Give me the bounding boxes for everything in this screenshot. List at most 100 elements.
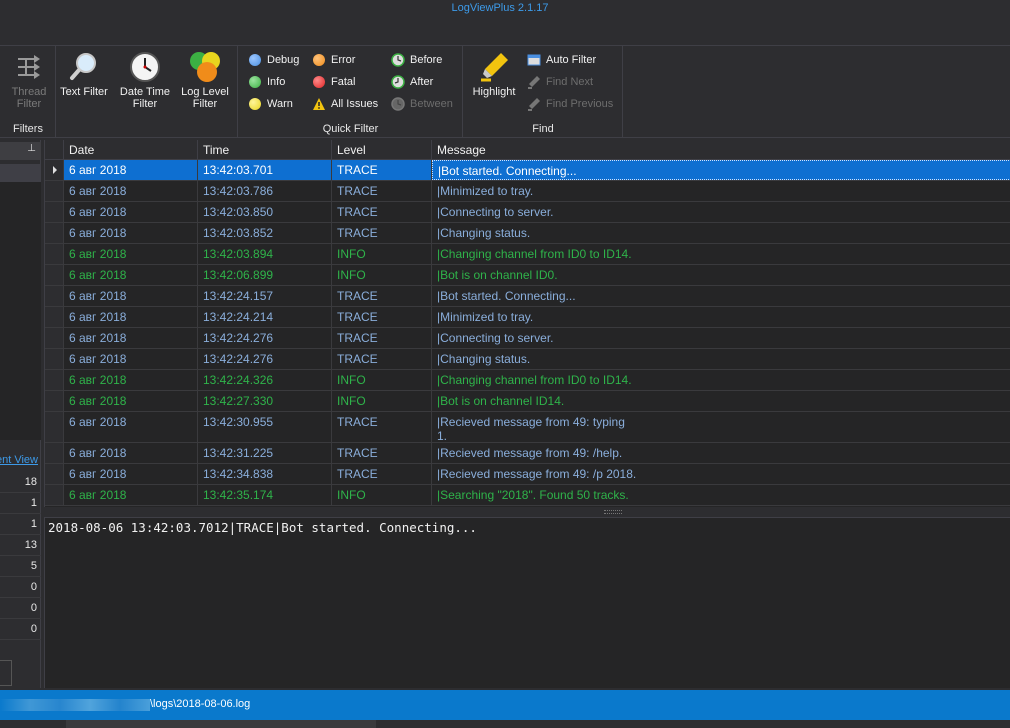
- cell-time: 13:42:24.276: [198, 349, 332, 369]
- highlighter-pen-icon: [477, 50, 511, 84]
- quick-filter-fatal[interactable]: Fatal: [311, 73, 355, 91]
- error-dot-icon: [313, 54, 325, 66]
- log-row[interactable]: 6 авг 2018 13:42:03.850 TRACE |Connecting t…: [45, 202, 1010, 223]
- log-row[interactable]: 6 авг 2018 13:42:24.276 TRACE |Changing sta…: [45, 349, 1010, 370]
- row-header[interactable]: [45, 412, 64, 442]
- cell-date: 6 авг 2018: [64, 464, 198, 484]
- log-row[interactable]: 6 авг 2018 13:42:06.899 INFO |Bot is on cha…: [45, 265, 1010, 286]
- current-row-indicator[interactable]: [45, 160, 64, 180]
- highlight-button[interactable]: Highlight: [468, 50, 520, 98]
- date-time-filter-button[interactable]: Date Time Filter: [117, 50, 173, 110]
- thread-filter-button[interactable]: Thread Filter: [4, 50, 54, 110]
- cell-date: 6 авг 2018: [64, 391, 198, 411]
- row-header[interactable]: [45, 265, 64, 285]
- all-issues-label: All Issues: [331, 98, 379, 110]
- log-row[interactable]: 6 авг 2018 13:42:24.326 INFO |Changing chan…: [45, 370, 1010, 391]
- row-header[interactable]: [45, 223, 64, 243]
- log-row[interactable]: 6 авг 2018 13:42:34.838 TRACE |Recieved mes…: [45, 464, 1010, 485]
- log-row[interactable]: 6 авг 2018 13:42:24.214 TRACE |Minimized to…: [45, 307, 1010, 328]
- row-header[interactable]: [45, 443, 64, 463]
- log-row[interactable]: 6 авг 2018 13:42:03.786 TRACE |Minimized to…: [45, 181, 1010, 202]
- info-label: Info: [267, 76, 286, 88]
- cell-date: 6 авг 2018: [64, 202, 198, 222]
- cell-message: |Searching "2018". Found 50 tracks.: [432, 485, 1010, 505]
- column-header-date[interactable]: Date: [64, 140, 198, 160]
- find-next-label: Find Next: [546, 76, 594, 88]
- bottom-scroll-thumb[interactable]: [66, 720, 376, 728]
- bottom-strip: [0, 720, 1010, 728]
- grid-header: Date Time Level Message: [45, 140, 1010, 160]
- level-count-list: 18 1 1 13 5 0 0 0: [0, 472, 41, 640]
- cell-time: 13:42:24.214: [198, 307, 332, 327]
- log-row[interactable]: 6 авг 2018 13:42:27.330 INFO |Bot is on cha…: [45, 391, 1010, 412]
- row-header[interactable]: [45, 370, 64, 390]
- row-header[interactable]: [45, 464, 64, 484]
- splitter-grip[interactable]: [604, 510, 622, 514]
- log-row[interactable]: 6 авг 2018 13:42:03.701 TRACE |Bot started.…: [45, 160, 1010, 181]
- row-header[interactable]: [45, 328, 64, 348]
- column-header-time[interactable]: Time: [198, 140, 332, 160]
- quick-filter-debug[interactable]: Debug: [247, 51, 299, 69]
- date-time-filter-label: Date Time Filter: [119, 86, 171, 110]
- cell-level: TRACE: [332, 412, 432, 442]
- find-previous-button[interactable]: Find Previous: [526, 95, 613, 113]
- auto-filter-label: Auto Filter: [546, 54, 597, 66]
- log-row[interactable]: 6 авг 2018 13:42:30.955 TRACE |Recieved mes…: [45, 412, 1010, 443]
- ribbon: Thread Filter Text Filter Date Time Filt…: [0, 46, 1010, 138]
- pin-icon[interactable]: ⊥: [27, 143, 36, 154]
- thread-filter-label: Thread Filter: [11, 86, 47, 110]
- quick-filter-before[interactable]: Before: [390, 51, 442, 69]
- quick-filter-after[interactable]: After: [390, 73, 433, 91]
- info-dot-icon: [249, 76, 261, 88]
- row-header[interactable]: [45, 181, 64, 201]
- quick-filter-between[interactable]: Between: [390, 95, 453, 113]
- log-row[interactable]: 6 авг 2018 13:42:03.852 TRACE |Changing sta…: [45, 223, 1010, 244]
- row-header[interactable]: [45, 202, 64, 222]
- log-row[interactable]: 6 авг 2018 13:42:24.276 TRACE |Connecting t…: [45, 328, 1010, 349]
- quick-filter-warn[interactable]: Warn: [247, 95, 293, 113]
- cell-message: |Bot is on channel ID14.: [432, 391, 1010, 411]
- cell-level: TRACE: [332, 286, 432, 306]
- text-filter-button[interactable]: Text Filter: [58, 50, 110, 98]
- left-panel-scroll-stub[interactable]: [0, 660, 12, 686]
- before-label: Before: [410, 54, 443, 66]
- log-row[interactable]: 6 авг 2018 13:42:03.894 INFO |Changing chan…: [45, 244, 1010, 265]
- between-label: Between: [410, 98, 453, 110]
- cell-level: INFO: [332, 485, 432, 505]
- left-panel-header: ⊥: [0, 142, 41, 160]
- warn-label: Warn: [267, 98, 293, 110]
- quick-filter-error[interactable]: Error: [311, 51, 355, 69]
- cell-date: 6 авг 2018: [64, 181, 198, 201]
- cell-message: |Changing status.: [432, 223, 1010, 243]
- redacted-path-prefix: [0, 699, 150, 711]
- find-next-button[interactable]: Find Next: [526, 73, 593, 91]
- level-count: 0: [0, 577, 41, 598]
- column-header-message[interactable]: Message: [432, 140, 1010, 160]
- left-panel-tree[interactable]: [0, 182, 41, 440]
- detail-pane[interactable]: 2018-08-06 13:42:03.7012|TRACE|Bot start…: [44, 517, 1010, 688]
- detail-text[interactable]: 2018-08-06 13:42:03.7012|TRACE|Bot start…: [48, 520, 477, 535]
- row-header[interactable]: [45, 244, 64, 264]
- row-header[interactable]: [45, 349, 64, 369]
- log-row[interactable]: 6 авг 2018 13:42:31.225 TRACE |Recieved mes…: [45, 443, 1010, 464]
- clock-icon: [128, 50, 162, 84]
- quick-filter-info[interactable]: Info: [247, 73, 285, 91]
- component-view-link[interactable]: ent View: [0, 454, 38, 466]
- quick-filter-all-issues[interactable]: All Issues: [311, 95, 378, 113]
- auto-filter-button[interactable]: Auto Filter: [526, 51, 596, 69]
- cell-date: 6 авг 2018: [64, 349, 198, 369]
- debug-dot-icon: [249, 54, 261, 66]
- log-level-filter-button[interactable]: Log Level Filter: [178, 50, 232, 110]
- row-header[interactable]: [45, 485, 64, 505]
- row-header[interactable]: [45, 391, 64, 411]
- row-header[interactable]: [45, 286, 64, 306]
- cell-level: INFO: [332, 391, 432, 411]
- cell-time: 13:42:03.701: [198, 160, 332, 180]
- log-row[interactable]: 6 авг 2018 13:42:24.157 TRACE |Bot started.…: [45, 286, 1010, 307]
- row-header-corner: [45, 140, 64, 160]
- horizontal-splitter[interactable]: [44, 507, 1010, 517]
- left-panel-selected-item[interactable]: [0, 164, 41, 182]
- log-row[interactable]: 6 авг 2018 13:42:35.174 INFO |Searching "20…: [45, 485, 1010, 506]
- row-header[interactable]: [45, 307, 64, 327]
- column-header-level[interactable]: Level: [332, 140, 432, 160]
